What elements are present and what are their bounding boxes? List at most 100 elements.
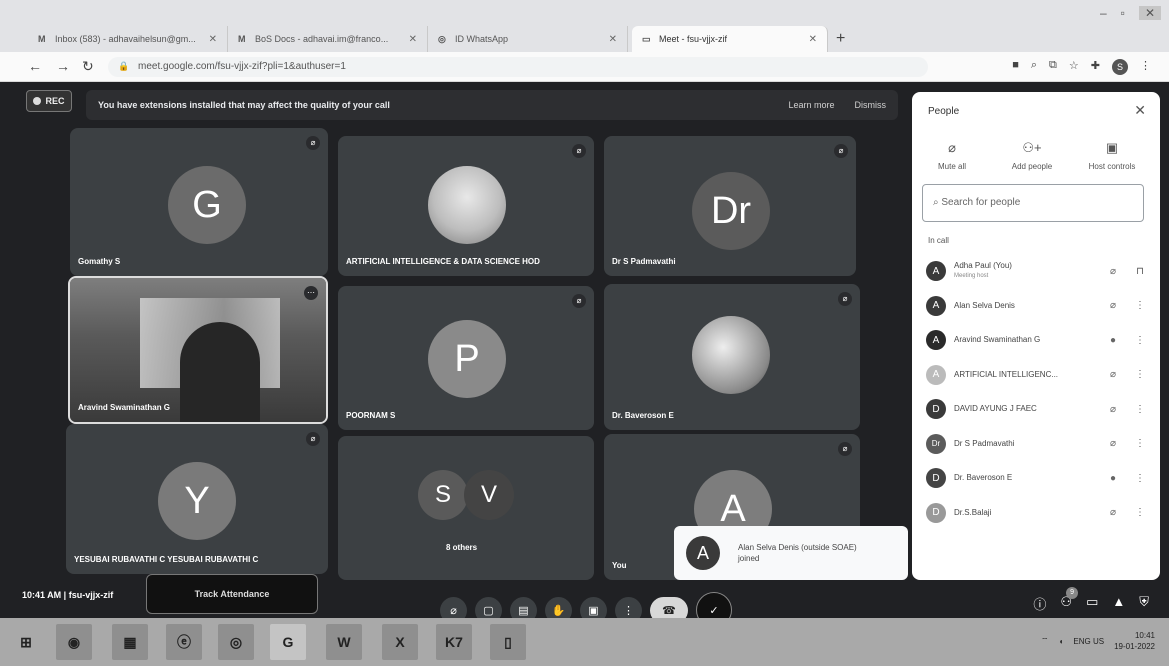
track-attendance-button[interactable]: Track Attendance	[146, 574, 318, 614]
more-vert-icon[interactable]: ⋮	[1130, 369, 1150, 380]
language-indicator[interactable]: ENG US	[1073, 637, 1104, 646]
list-item[interactable]: D Dr.S.Balaji ⌀ ⋮	[922, 496, 1150, 531]
close-icon[interactable]: ✕	[209, 34, 217, 45]
firefox-icon[interactable]: ◉	[56, 624, 92, 660]
activities-icon[interactable]: ▲	[1112, 594, 1125, 613]
forward-icon[interactable]: →	[56, 58, 70, 74]
close-icon[interactable]: ✕	[1134, 102, 1146, 119]
participant-tile[interactable]: P ⌀ POORNAM S	[338, 286, 594, 430]
participant-tile[interactable]: ⌀ ARTIFICIAL INTELLIGENCE & DATA SCIENCE…	[338, 136, 594, 276]
mic-off-icon[interactable]: ⌀	[1104, 438, 1122, 449]
back-icon[interactable]: ←	[28, 58, 42, 74]
list-item[interactable]: A Alan Selva Denis ⌀ ⋮	[922, 289, 1150, 324]
mic-off-icon[interactable]: ⌀	[1104, 507, 1122, 518]
chat-icon[interactable]: ▭	[1086, 594, 1098, 613]
avatar: A	[926, 364, 946, 385]
zoom-icon[interactable]: ⌕	[1031, 59, 1037, 75]
chrome-profile-icon[interactable]: G	[270, 624, 306, 660]
minimize-icon[interactable]: –	[1100, 6, 1107, 20]
action-label: Mute all	[937, 162, 966, 171]
others-tile[interactable]: S V 8 others	[338, 436, 594, 580]
add-people-button[interactable]: ⚇+ Add people	[992, 140, 1072, 171]
new-tab-button[interactable]: +	[836, 30, 845, 48]
word-icon[interactable]: W	[326, 624, 362, 660]
mic-off-icon[interactable]: ⌀	[1104, 300, 1122, 311]
camera-icon[interactable]: ■	[1012, 59, 1019, 75]
share-icon[interactable]: ⧉	[1049, 59, 1057, 75]
participant-tile[interactable]: Dr ⌀ Dr S Padmavathi	[604, 136, 856, 276]
document-icon[interactable]: ▯	[490, 624, 526, 660]
avatar: A	[926, 261, 946, 282]
mic-off-icon[interactable]: ⌀	[1104, 404, 1122, 415]
file-explorer-icon[interactable]: ▦	[112, 624, 148, 660]
list-item[interactable]: D Dr. Baveroson E ● ⋮	[922, 461, 1150, 496]
avatar: D	[926, 399, 946, 420]
mic-off-icon: ⌀	[948, 140, 956, 155]
url-field[interactable]: 🔒 meet.google.com/fsu-vjjx-zif?pli=1&aut…	[108, 57, 928, 77]
action-label: Host controls	[1088, 162, 1136, 171]
chrome-icon[interactable]: ◎	[218, 624, 254, 660]
list-item[interactable]: A ARTIFICIAL INTELLIGENC... ⌀ ⋮	[922, 358, 1150, 393]
mic-off-icon[interactable]: ⌀	[1104, 369, 1122, 380]
list-item[interactable]: D DAVID AYUNG J FAEC ⌀ ⋮	[922, 392, 1150, 427]
people-icon[interactable]: ⚇ 9	[1060, 587, 1079, 613]
star-icon[interactable]: ☆	[1069, 59, 1079, 75]
tab-gmail-inbox[interactable]: M Inbox (583) - adhavaihelsun@gm... ✕	[28, 26, 228, 52]
gmail-icon: M	[38, 33, 46, 44]
mic-off-icon: ⌀	[306, 136, 320, 150]
participant-name: Gomathy S	[78, 257, 121, 266]
maximize-icon[interactable]: ▫	[1121, 6, 1125, 20]
reload-icon[interactable]: ↻	[82, 58, 94, 75]
window-controls: – ▫ ✕	[1100, 6, 1161, 20]
mute-all-button[interactable]: ⌀ Mute all	[912, 140, 992, 171]
more-vert-icon[interactable]: ⋮	[1130, 300, 1150, 311]
participant-tile[interactable]: ⌀ Dr. Baveroson E	[604, 284, 860, 430]
learn-more-link[interactable]: Learn more	[788, 100, 834, 110]
participant-tile-video[interactable]: ⋯ Aravind Swaminathan G	[68, 276, 328, 424]
panel-title: People	[928, 106, 960, 117]
network-icon[interactable]: ⌔	[1041, 636, 1049, 646]
extension-icon[interactable]: ✚	[1091, 59, 1100, 75]
avatar[interactable]: S	[1112, 59, 1128, 75]
windows-start-icon[interactable]: ⊞	[8, 624, 44, 660]
participant-tile[interactable]: G ⌀ Gomathy S	[70, 128, 328, 276]
close-icon[interactable]: ✕	[409, 34, 417, 45]
avatar: Y	[158, 462, 236, 540]
count-badge: 9	[1066, 587, 1079, 599]
ie-icon[interactable]: ⓔ	[166, 624, 202, 660]
participant-tile[interactable]: Y ⌀ YESUBAI RUBAVATHI C YESUBAI RUBAVATH…	[66, 424, 328, 574]
avatar: V	[464, 470, 514, 520]
avatar: Dr	[926, 433, 946, 454]
tab-label: Inbox (583) - adhavaihelsun@gm...	[55, 34, 196, 44]
info-icon[interactable]: ⓘ	[1033, 594, 1046, 613]
time-text: 10:41	[1134, 631, 1155, 640]
add-person-icon: ⚇+	[1022, 140, 1042, 155]
k7-icon[interactable]: K7	[436, 624, 472, 660]
close-window-icon[interactable]: ✕	[1138, 6, 1161, 20]
tab-meet[interactable]: ▭ Meet - fsu-vjjx-zif ✕	[632, 26, 828, 52]
menu-icon[interactable]: ⋮	[1140, 59, 1151, 75]
taskbar-clock[interactable]: 10:41 19-01-2022	[1114, 630, 1155, 652]
tab-bos-docs[interactable]: M BoS Docs - adhavai.im@franco... ✕	[228, 26, 428, 52]
lock-icon: 🔒	[118, 61, 130, 71]
list-item[interactable]: A Aravind Swaminathan G ● ⋮	[922, 323, 1150, 358]
tab-whatsapp[interactable]: ◎ ID WhatsApp ✕	[428, 26, 628, 52]
more-vert-icon[interactable]: ⋮	[1130, 473, 1150, 484]
more-vert-icon[interactable]: ⋮	[1130, 438, 1150, 449]
volume-icon[interactable]: ◖	[1059, 637, 1064, 646]
close-icon[interactable]: ✕	[809, 34, 817, 45]
list-item[interactable]: A Adha Paul (You) Meeting host ⌀ ⊓	[922, 254, 1150, 289]
close-icon[interactable]: ✕	[609, 34, 617, 45]
host-controls-button[interactable]: ▣ Host controls	[1072, 140, 1152, 171]
host-controls-icon[interactable]: ⛨	[1139, 594, 1149, 613]
list-item[interactable]: Dr Dr S Padmavathi ⌀ ⋮	[922, 427, 1150, 462]
more-vert-icon[interactable]: ⋮	[1130, 507, 1150, 518]
more-vert-icon[interactable]: ⋮	[1130, 335, 1150, 346]
avatar: S	[418, 470, 468, 520]
pin-icon[interactable]: ⊓	[1130, 266, 1150, 277]
more-vert-icon[interactable]: ⋮	[1130, 404, 1150, 415]
dismiss-button[interactable]: Dismiss	[855, 100, 887, 110]
search-input[interactable]: ⌕ Search for people	[922, 184, 1144, 222]
excel-icon[interactable]: X	[382, 624, 418, 660]
mic-off-icon[interactable]: ⌀	[1104, 266, 1122, 277]
